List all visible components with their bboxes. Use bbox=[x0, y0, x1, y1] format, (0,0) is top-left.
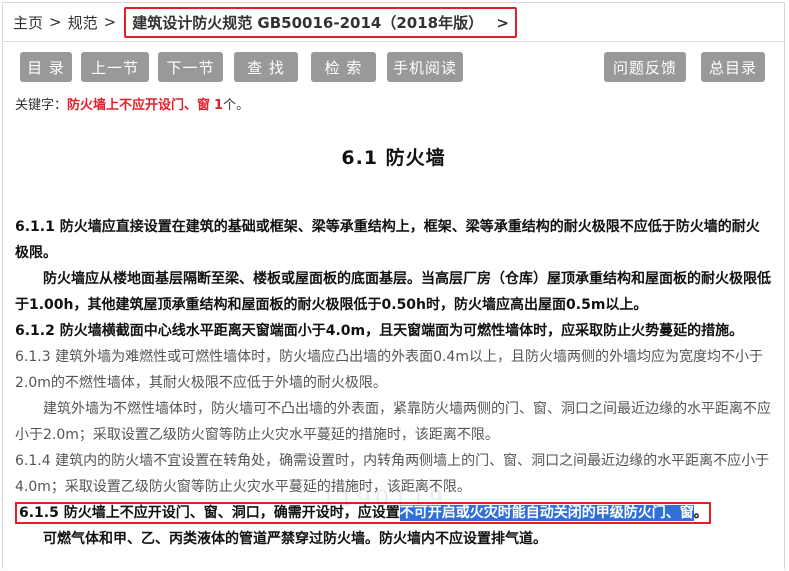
keyword-line: 关键字：防火墙上不应开设门、窗 1个。 bbox=[15, 94, 784, 113]
clause-6-1-5: 6.1.5 防火墙上不应开设门、窗、洞口，确需开设时，应设置不可开启或火灾时能自… bbox=[15, 500, 772, 526]
clause-6-1-4: 6.1.4 建筑内的防火墙不宜设置在转角处，确需设置时，内转角两侧墙上的门、窗、… bbox=[15, 453, 770, 495]
mobile-read-button[interactable]: 手机阅读 bbox=[387, 52, 463, 82]
find-button[interactable]: 查 找 bbox=[234, 52, 298, 82]
selected-text: 不可开启或火灾时能自动关闭的甲级防火门、窗 bbox=[399, 505, 694, 521]
section-title: 6.1 防火墙 bbox=[341, 147, 446, 169]
clause-6-1-2: 6.1.2 防火墙横截面中心线水平距离天窗端面小于4.0m，且天窗端面为可燃性墙… bbox=[15, 323, 744, 339]
keyword-value: 防火墙上不应开设门、窗 bbox=[67, 98, 211, 113]
clause-6-1-3-para2: 建筑外墙为不燃性墙体时，防火墙可不凸出墙的外表面，紧靠防火墙两侧的门、窗、洞口之… bbox=[15, 401, 771, 443]
keyword-count: 1 bbox=[214, 98, 224, 113]
clause-end: 。 bbox=[693, 505, 708, 521]
keyword-suffix: 个。 bbox=[223, 98, 250, 113]
breadcrumb-trail-separator: > bbox=[496, 13, 509, 32]
breadcrumb-current-label: 建筑设计防火规范 GB50016-2014（2018年版） bbox=[132, 13, 484, 32]
toc-button[interactable]: 目 录 bbox=[20, 52, 72, 82]
clause-6-1-1: 6.1.1 防火墙应直接设置在建筑的基础或框架、梁等承重结构上，框架、梁等承重结… bbox=[15, 219, 760, 261]
breadcrumb-category-link[interactable]: 规范 bbox=[68, 12, 98, 33]
main-toc-button[interactable]: 总目录 bbox=[701, 52, 765, 82]
clause-6-1-5-para2: 可燃气体和甲、乙、丙类液体的管道严禁穿过防火墙。防火墙内不应设置排气道。 bbox=[43, 531, 547, 547]
breadcrumb-separator: > bbox=[103, 13, 117, 31]
breadcrumb-current: 建筑设计防火规范 GB50016-2014（2018年版） > bbox=[124, 6, 517, 38]
highlight-box: 6.1.5 防火墙上不应开设门、窗、洞口，确需开设时，应设置不可开启或火灾时能自… bbox=[15, 502, 711, 524]
breadcrumb-separator: > bbox=[49, 13, 62, 31]
clause-6-1-3: 6.1.3 建筑外墙为难燃性或可燃性墙体时，防火墙应凸出墙的外表面0.4m以上，… bbox=[15, 349, 763, 391]
toolbar: 目 录 上一节 下一节 查 找 检 索 手机阅读 问题反馈 总目录 bbox=[3, 52, 784, 92]
keyword-label: 关键字： bbox=[15, 98, 68, 113]
clause-text: 、洞口，确需开设时，应设置 bbox=[217, 505, 400, 521]
search-button[interactable]: 检 索 bbox=[311, 52, 376, 82]
prev-section-button[interactable]: 上一节 bbox=[81, 52, 149, 82]
clause-6-1-1-para2: 防火墙应从楼地面基层隔断至梁、楼板或屋面板的底面基层。当高层厂房（仓库）屋顶承重… bbox=[15, 271, 771, 313]
feedback-button[interactable]: 问题反馈 bbox=[604, 52, 686, 82]
breadcrumb: 主页 > 规范 > 建筑设计防火规范 GB50016-2014（2018年版） … bbox=[3, 3, 784, 42]
content-body: 6.1.1 防火墙应直接设置在建筑的基础或框架、梁等承重结构上，框架、梁等承重结… bbox=[15, 214, 772, 552]
breadcrumb-home-link[interactable]: 主页 bbox=[13, 12, 43, 33]
clause-number: 6.1.5 bbox=[19, 505, 59, 521]
page-frame: 主页 > 规范 > 建筑设计防火规范 GB50016-2014（2018年版） … bbox=[2, 2, 785, 569]
keyword-highlight: 防火墙上不应开设门、窗 bbox=[63, 505, 218, 521]
next-section-button[interactable]: 下一节 bbox=[158, 52, 223, 82]
